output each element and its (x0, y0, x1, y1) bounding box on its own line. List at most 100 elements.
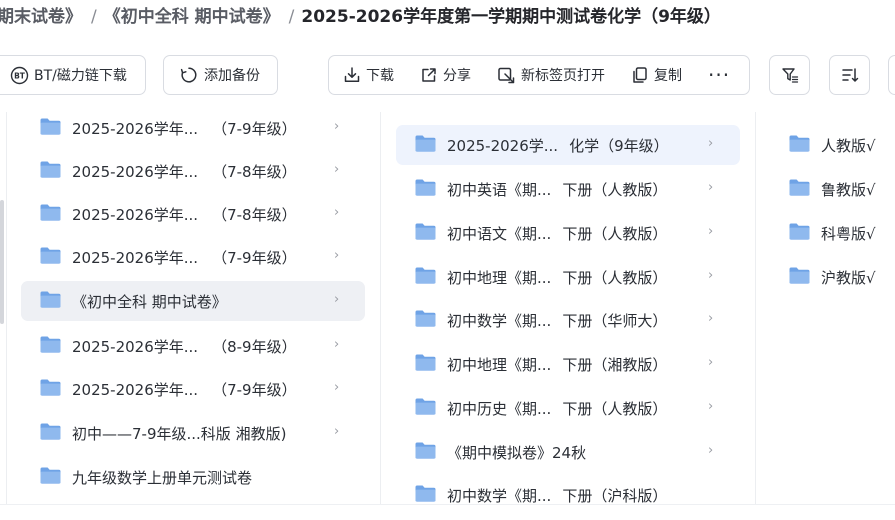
folder-row-selected[interactable]: 《初中全科 期中试卷》 › (21, 281, 365, 321)
folder-icon (39, 466, 62, 489)
add-backup-label: 添加备份 (204, 68, 260, 84)
folder-icon (788, 134, 811, 157)
download-icon (343, 66, 366, 84)
folder-row[interactable]: 人教版√ (770, 125, 895, 165)
folder-icon (414, 397, 437, 420)
folder-name: 初中地理《期... (447, 355, 552, 374)
folder-name: 初中语文《期... (447, 224, 552, 243)
folder-row[interactable]: 2025-2026学年... （7-8年级） › (21, 151, 365, 191)
folder-icon (414, 222, 437, 245)
folder-name: 科粤版√ (821, 224, 876, 243)
bt-icon: BT (10, 66, 29, 85)
folder-icon (414, 353, 437, 376)
folder-icon (39, 160, 62, 183)
chevron-right-icon: › (334, 337, 340, 352)
folder-row[interactable]: 初中地理《期... 下册（人教版） › (396, 257, 740, 297)
add-backup-button[interactable]: 添加备份 (163, 55, 278, 95)
folder-row[interactable]: 九年级数学上册单元测试卷 (21, 457, 365, 497)
folder-row[interactable]: 初中地理《期... 下册（湘教版） › (396, 344, 740, 384)
bt-download-label: BT/磁力链下载 (34, 68, 127, 84)
new-tab-icon (497, 66, 521, 84)
file-actions-toolbar: 下载 分享 新标签页打开 复制 ··· (328, 55, 750, 95)
chevron-right-icon: › (708, 136, 714, 151)
status-bar (0, 504, 895, 520)
more-button[interactable]: ··· (695, 56, 743, 94)
folder-icon (788, 222, 811, 245)
folder-suffix: 下册（沪科版） (562, 486, 668, 505)
copy-label: 复制 (654, 68, 682, 84)
view-toggle-button[interactable] (888, 55, 895, 95)
folder-name: 初中数学《期... (447, 486, 552, 505)
breadcrumb: 期末试卷》 / 《初中全科 期中试卷》 / 2025-2026学年度第一学期期中测试卷化… (0, 0, 721, 34)
sort-icon (841, 66, 859, 84)
folder-name: 2025-2026学年... (72, 119, 199, 138)
folder-row[interactable]: 初中语文《期... 下册（人教版） › (396, 213, 740, 253)
chevron-right-icon: › (334, 248, 340, 263)
folder-name: 《初中全科 期中试卷》 (72, 292, 227, 311)
sync-icon (180, 66, 198, 84)
folder-name: 2025-2026学... (447, 136, 559, 155)
chevron-right-icon: › (334, 424, 340, 439)
folder-row[interactable]: 初中数学《期... 下册（华师大） › (396, 300, 740, 340)
folder-name: 2025-2026学年... (72, 162, 199, 181)
open-new-tab-label: 新标签页打开 (521, 68, 605, 84)
breadcrumb-item-junior-midterm[interactable]: 《初中全科 期中试卷》 (104, 7, 280, 27)
filter-button[interactable] (769, 55, 810, 95)
sort-button[interactable] (829, 55, 870, 95)
bt-download-button[interactable]: BT BT/磁力链下载 (0, 55, 146, 95)
share-label: 分享 (443, 68, 471, 84)
folder-row[interactable]: 2025-2026学年... （7-9年级） › (21, 369, 365, 409)
folder-icon (414, 309, 437, 332)
folder-name: 初中地理《期... (447, 268, 552, 287)
folder-name: 2025-2026学年... (72, 205, 199, 224)
folder-row[interactable]: 《期中模拟卷》24秋 › (396, 432, 740, 472)
folder-row[interactable]: 2025-2026学年... （8-9年级） › (21, 326, 365, 366)
folder-suffix: 下册（华师大） (562, 311, 668, 330)
folder-suffix: （8-9年级） (212, 337, 297, 356)
folder-suffix: 下册（人教版） (562, 399, 668, 418)
open-new-tab-button[interactable]: 新标签页打开 (484, 56, 618, 94)
breadcrumb-current: 2025-2026学年度第一学期期中测试卷化学（9年级） (301, 7, 721, 27)
folder-icon (414, 266, 437, 289)
column-divider[interactable] (755, 112, 756, 508)
folder-row-active[interactable]: 2025-2026学... 化学（9年级） › (396, 125, 740, 165)
column-divider[interactable] (380, 112, 381, 508)
folder-name: 初中英语《期... (447, 180, 552, 199)
chevron-right-icon: › (708, 268, 714, 283)
folder-row[interactable]: 科粤版√ (770, 213, 895, 253)
folder-suffix: （7-8年级） (212, 162, 297, 181)
chevron-right-icon: › (708, 443, 714, 458)
folder-suffix: （7-9年级） (212, 119, 297, 138)
folder-name: 初中——7-9年级...科版 湘教版) (72, 424, 287, 443)
share-icon (420, 66, 443, 84)
folder-name: 人教版√ (821, 136, 876, 155)
chevron-right-icon: › (708, 224, 714, 239)
folder-row[interactable]: 鲁教版√ (770, 169, 895, 209)
breadcrumb-item-exam-final[interactable]: 期末试卷》 (0, 7, 82, 27)
folder-row[interactable]: 沪教版√ (770, 257, 895, 297)
chevron-right-icon: › (334, 380, 340, 395)
copy-button[interactable]: 复制 (618, 56, 695, 94)
download-button[interactable]: 下载 (329, 56, 407, 94)
folder-suffix: 下册（人教版） (562, 180, 668, 199)
folder-suffix: 化学（9年级） (569, 136, 669, 155)
folder-row[interactable]: 初中历史《期... 下册（人教版） › (396, 388, 740, 428)
folder-row[interactable]: 2025-2026学年... （7-9年级） › (21, 108, 365, 148)
share-button[interactable]: 分享 (407, 56, 484, 94)
folder-suffix: （7-9年级） (212, 248, 297, 267)
chevron-right-icon: › (708, 355, 714, 370)
folder-row[interactable]: 2025-2026学年... （7-8年级） › (21, 194, 365, 234)
scrollbar-thumb[interactable] (0, 200, 4, 324)
folder-icon (788, 178, 811, 201)
folder-icon (414, 441, 437, 464)
folder-row[interactable]: 初中——7-9年级...科版 湘教版) › (21, 413, 365, 453)
folder-name: 鲁教版√ (821, 180, 876, 199)
folder-suffix: 下册（人教版） (562, 268, 668, 287)
chevron-right-icon: › (334, 119, 340, 134)
folder-row[interactable]: 2025-2026学年... （7-9年级） › (21, 237, 365, 277)
chevron-right-icon: › (708, 311, 714, 326)
folder-name: 沪教版√ (821, 268, 876, 287)
folder-row[interactable]: 初中英语《期... 下册（人教版） › (396, 169, 740, 209)
chevron-right-icon: › (708, 180, 714, 195)
chevron-right-icon: › (334, 292, 340, 307)
